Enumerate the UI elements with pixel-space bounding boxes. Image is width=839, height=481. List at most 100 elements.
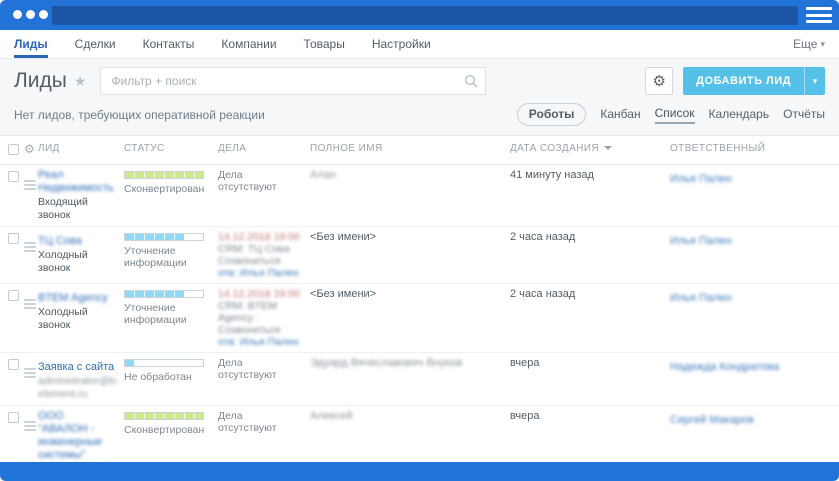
view-tab-calendar[interactable]: Календарь [709,107,770,123]
notice-text: Нет лидов, требующих оперативной реакции [14,107,265,122]
activity-line: Дела отсутствуют [218,410,277,434]
page-toolbar: Лиды ★ ⚙ ДОБАВИТЬ ЛИД ▾ [0,59,839,101]
table-header-row: ⚙ ЛИД СТАТУС ДЕЛА ПОЛНОЕ ИМЯ ДАТА СОЗДАН… [0,136,839,165]
app-window: Лиды Сделки Контакты Компании Товары Нас… [0,0,839,481]
favorite-star-icon[interactable]: ★ [74,73,87,90]
leads-table-body: Реал Недвижимость Входящий звонок Сконвер… [0,165,839,481]
activity-line: CRM: BTEM [218,300,277,312]
activity-line: Дела отсутствуют [218,357,277,381]
leads-table: ⚙ ЛИД СТАТУС ДЕЛА ПОЛНОЕ ИМЯ ДАТА СОЗДАН… [0,136,839,481]
status-label: Уточнение информации [124,245,187,269]
nav-tab-contacts[interactable]: Контакты [143,30,195,58]
lead-subtitle: Холодный звонок [38,306,88,331]
filter-search-box [100,67,487,95]
status-bar [124,412,204,420]
activity-line: 14.12.2018 19:00 [218,288,300,300]
responsible-link[interactable]: Илья Пален [670,235,732,247]
activity-cell: 14.12.2018 19:00 CRM: BTEM Agency : Созвони… [218,284,310,353]
view-switcher: Роботы Канбан Список Календарь Отчёты [516,103,825,126]
address-bar[interactable] [52,6,798,25]
column-header-created[interactable]: ДАТА СОЗДАНИЯ [510,136,670,165]
add-lead-button[interactable]: ДОБАВИТЬ ЛИД ▾ [683,67,825,95]
responsible-link[interactable]: Илья Пален [670,292,732,304]
row-checkbox[interactable] [8,171,19,182]
nav-tab-companies[interactable]: Компании [221,30,276,58]
full-name: <Без имени> [310,231,377,243]
table-row[interactable]: Реал Недвижимость Входящий звонок Сконвер… [0,165,839,227]
lead-subtitle: Входящий звонок [38,196,88,221]
row-menu-icon[interactable] [24,368,36,378]
table-row[interactable]: Заявка с сайта administrator@b-element.ru… [0,353,839,406]
created-date: 2 часа назад [510,231,576,243]
lead-link[interactable]: Заявка с сайта [38,361,114,374]
nav-more-dropdown[interactable]: Еще ▾ [793,30,825,58]
view-tab-kanban[interactable]: Канбан [600,107,640,123]
nav-tab-deals[interactable]: Сделки [75,30,116,58]
window-dot [26,10,35,19]
lead-link[interactable]: ТЦ Сова [38,235,82,248]
row-checkbox[interactable] [8,290,19,301]
row-checkbox[interactable] [8,233,19,244]
nav-tab-products[interactable]: Товары [304,30,345,58]
activity-line: Созвониться [218,255,281,267]
nav-tab-leads[interactable]: Лиды [14,30,48,58]
view-tab-reports[interactable]: Отчёты [783,107,825,123]
chevron-down-icon: ▾ [820,38,825,49]
column-header-status[interactable]: СТАТУС [124,136,218,165]
activity-cell: Дела отсутствуют [218,165,310,227]
status-bar [124,233,204,241]
select-all-checkbox[interactable] [8,144,19,155]
settings-button[interactable]: ⚙ [645,67,674,95]
column-header-activity[interactable]: ДЕЛА [218,136,310,165]
view-tab-robots[interactable]: Роботы [516,103,587,126]
full-name: Алан [310,169,336,181]
activity-cell: Дела отсутствуют [218,353,310,406]
lead-link[interactable]: Реал Недвижимость [38,169,116,195]
lead-subtitle: Холодный звонок [38,249,88,274]
status-label: Сконвертирован [124,183,205,195]
column-header-responsible[interactable]: ОТВЕТСТВЕННЫЙ [670,136,839,165]
lead-link[interactable]: ООО "АВАЛОН - инженерные системы" [38,410,116,462]
status-bar [124,290,204,298]
status-label: Не обработан [124,371,192,383]
column-header-fullname[interactable]: ПОЛНОЕ ИМЯ [310,136,510,165]
browser-topbar [0,0,839,30]
column-header-lead[interactable]: ЛИД [38,136,124,165]
created-date: 2 часа назад [510,288,576,300]
responsible-link[interactable]: Надежда Кондратова [670,361,779,373]
activity-line[interactable]: отв: Илья Пален [218,336,302,348]
search-icon[interactable] [464,74,478,93]
lead-subtitle: administrator@b-element.ru [38,375,119,400]
window-dot [13,10,22,19]
activity-cell: 14.12.2018 19:00 CRM: ТЦ Сова Созвониться о… [218,227,310,284]
activity-line[interactable]: отв: Илья Пален [218,267,302,279]
row-menu-icon[interactable] [24,180,36,190]
activity-line: Agency : [218,312,259,324]
row-checkbox[interactable] [8,412,19,423]
add-lead-caret[interactable]: ▾ [804,67,825,95]
subbar: Нет лидов, требующих оперативной реакции… [0,101,839,135]
row-checkbox[interactable] [8,359,19,370]
hamburger-menu-icon[interactable] [806,7,832,23]
responsible-link[interactable]: Илья Пален [670,173,732,185]
activity-line: CRM: ТЦ Сова [218,243,290,255]
lead-link[interactable]: BTEM Agency [38,292,108,305]
table-row[interactable]: BTEM Agency Холодный звонок Уточнение инф… [0,284,839,353]
column-settings-gear-icon[interactable]: ⚙ [24,142,35,156]
sort-desc-icon [603,146,612,151]
status-bar [124,359,204,367]
row-menu-icon[interactable] [24,421,36,431]
row-menu-icon[interactable] [24,299,36,309]
status-label: Сконвертирован [124,424,205,436]
filter-search-input[interactable] [100,67,487,95]
table-row[interactable]: ТЦ Сова Холодный звонок Уточнение информа… [0,227,839,284]
created-date: 41 минуту назад [510,169,594,181]
row-menu-icon[interactable] [24,242,36,252]
full-name: Эдуард Вячеславович Внуков [310,357,463,369]
activity-line: Созвониться [218,324,281,336]
responsible-link[interactable]: Сергей Макаров [670,414,754,426]
view-tab-list[interactable]: Список [654,106,695,124]
window-dot [39,10,48,19]
nav-tab-settings[interactable]: Настройки [372,30,431,58]
crm-navbar: Лиды Сделки Контакты Компании Товары Нас… [0,30,839,59]
